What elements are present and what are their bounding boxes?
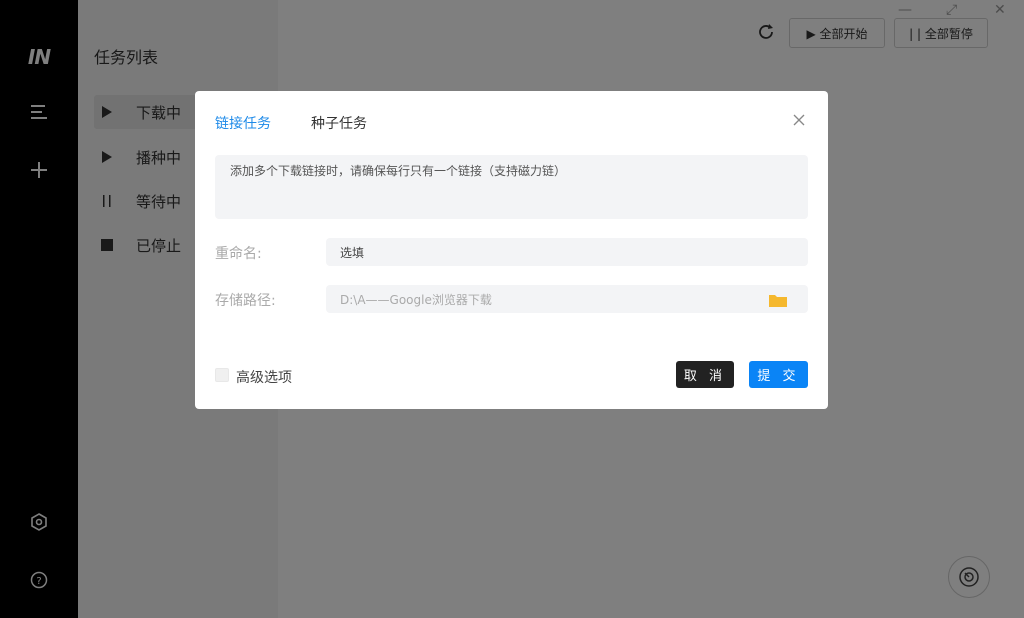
path-input[interactable]: D:\A——Google浏览器下载 bbox=[326, 285, 808, 313]
advanced-options-checkbox[interactable] bbox=[215, 368, 229, 382]
path-value: D:\A——Google浏览器下载 bbox=[340, 292, 492, 307]
close-icon[interactable] bbox=[792, 113, 806, 127]
advanced-options-label: 高级选项 bbox=[236, 370, 292, 386]
add-task-dialog: 链接任务 种子任务 添加多个下载链接时，请确保每行只有一个链接（支持磁力链） 重… bbox=[195, 91, 828, 409]
rename-label: 重命名: bbox=[215, 246, 262, 262]
tab-link-task[interactable]: 链接任务 bbox=[215, 113, 271, 133]
submit-button[interactable]: 提 交 bbox=[749, 361, 808, 388]
rename-input[interactable]: 选填 bbox=[326, 238, 808, 266]
folder-icon[interactable] bbox=[768, 292, 788, 311]
path-label: 存储路径: bbox=[215, 293, 276, 309]
tab-torrent-task[interactable]: 种子任务 bbox=[311, 113, 367, 133]
links-textarea[interactable]: 添加多个下载链接时，请确保每行只有一个链接（支持磁力链） bbox=[215, 155, 808, 219]
cancel-button[interactable]: 取 消 bbox=[676, 361, 734, 388]
